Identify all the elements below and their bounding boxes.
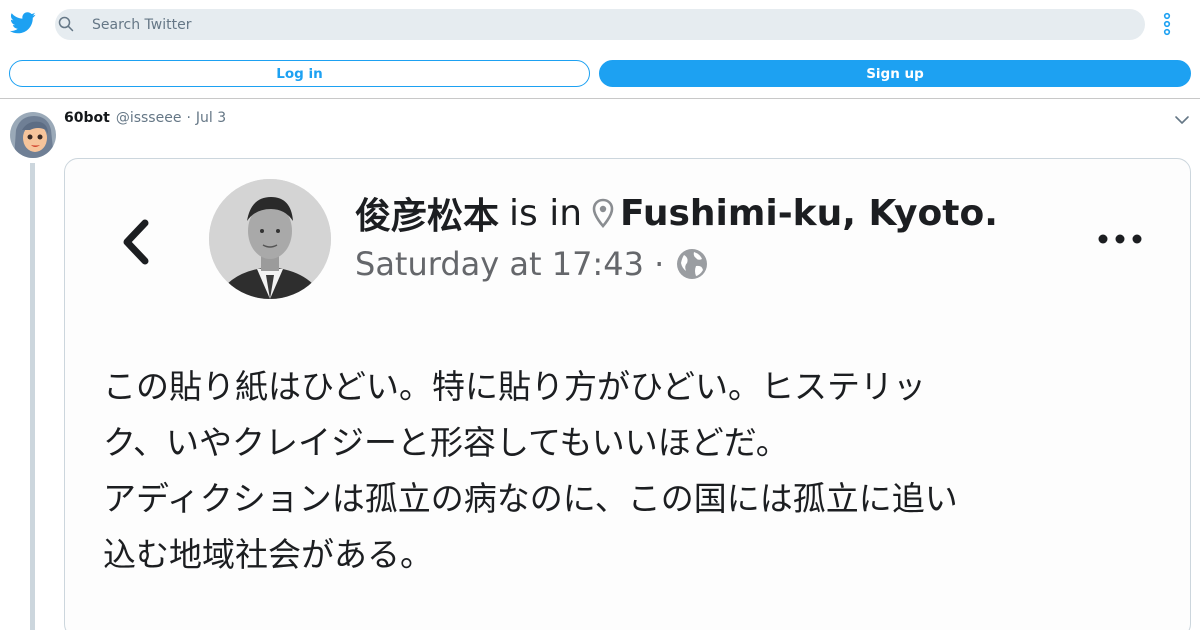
fb-location: Fushimi-ku, Kyoto (620, 192, 985, 234)
top-bar (0, 0, 1200, 48)
fb-post-meta: Saturday at 17:43 · (355, 245, 710, 283)
chevron-down-icon[interactable] (1174, 114, 1190, 126)
fb-body-line: この貼り紙はひどい。特に貼り方がひどい。ヒステリッ (103, 367, 927, 406)
signup-button[interactable]: Sign up (599, 60, 1191, 87)
twitter-logo-icon[interactable] (10, 12, 36, 34)
header-divider (0, 98, 1200, 99)
more-vertical-icon[interactable] (1160, 12, 1174, 36)
login-button[interactable]: Log in (9, 60, 590, 87)
avatar[interactable] (10, 112, 56, 158)
fb-body-line: ク、いやクレイジーと形容してもいいほどだ。 (103, 423, 789, 462)
globe-icon (677, 249, 708, 279)
user-handle[interactable]: @issseee (116, 110, 182, 126)
more-horizontal-icon (1098, 234, 1142, 244)
fb-post-header: 俊彦松本 is in Fushimi-ku, Kyoto . (355, 187, 998, 239)
fb-is-in: is in (509, 192, 583, 234)
search-bar[interactable] (55, 9, 1145, 40)
fb-post-body: この貼り紙はひどい。特に貼り方がひどい。ヒステリッ ク、いやクレイジーと形容して… (103, 359, 1143, 583)
fb-title-period: . (984, 192, 998, 234)
location-pin-icon (592, 198, 614, 228)
thread-line (30, 163, 35, 630)
fb-body-line: 込む地域社会がある。 (103, 535, 433, 574)
fb-author-name: 俊彦松本 (355, 196, 500, 237)
tweet-timestamp[interactable]: Jul 3 (196, 110, 226, 126)
fb-timestamp: Saturday at 17:43 · (355, 245, 665, 283)
back-arrow-icon (123, 219, 149, 265)
fb-body-line: アディクションは孤立の病なのに、この国には孤立に追い (103, 479, 958, 518)
tweet-header: 60bot @issseee · Jul 3 (64, 110, 226, 130)
search-input[interactable] (92, 9, 1132, 40)
profile-photo (209, 179, 331, 299)
tweet-media-image[interactable]: 俊彦松本 is in Fushimi-ku, Kyoto . Saturday … (64, 158, 1191, 630)
display-name[interactable]: 60bot (64, 110, 110, 126)
header-separator: · (186, 110, 191, 126)
search-icon (58, 16, 74, 32)
